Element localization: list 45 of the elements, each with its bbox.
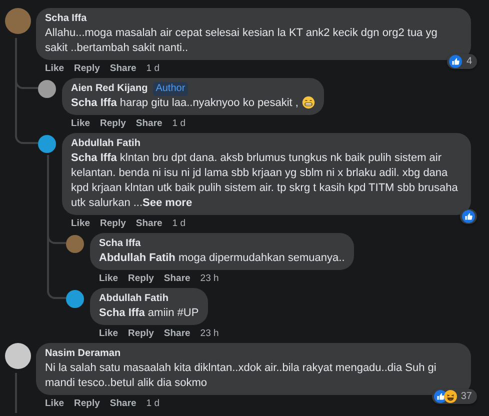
comment-time[interactable]: 1 d <box>146 397 160 410</box>
comment-text: Ni la salah satu masaalah kita diklntan..xdok air..bila rakyat mengadu..dia Suh gi mandi tesco..betul alik dia sokmo <box>45 361 438 391</box>
comment-action-link[interactable]: Share <box>110 397 136 410</box>
comment-action-link[interactable]: Reply <box>128 272 154 285</box>
comment-text: Scha Iffa klntan bru dpt dana. aksb brlumus tungkus nk baik pulih sistem air kelantan. benda ni isu ni jd lama sbb krjaan yg sblm ni x brlaku adil. xbg dana kpd krjaan klntan utk baik pulih sistem air. tp skrg t kasih kpd TITM sbb brusaha utk salurkan ...See more <box>71 151 459 211</box>
commenter-name[interactable]: Abdullah Fatih <box>99 292 168 306</box>
avatar[interactable] <box>66 290 84 308</box>
commenter-name[interactable]: Aien Red Kijang <box>71 82 148 96</box>
comment-action-link[interactable]: Like <box>45 397 64 410</box>
commenter-name[interactable]: Scha Iffa <box>99 237 141 251</box>
comment-action-link[interactable]: Like <box>45 62 64 75</box>
comment-action-link[interactable]: Reply <box>128 327 154 340</box>
comment-text: Abdullah Fatih moga dipermudahkan semuanya.. <box>99 251 345 266</box>
commenter-name[interactable]: Scha Iffa <box>45 12 87 26</box>
comment-action-link[interactable]: Share <box>110 62 136 75</box>
commenter-name[interactable]: Abdullah Fatih <box>71 137 140 151</box>
comment-text: Scha Iffa harap gitu laa..nyaknyoo ko pesakit , <box>71 96 316 111</box>
comment-action-link[interactable]: Reply <box>74 62 100 75</box>
comment-text: Scha Iffa amiin #UP <box>99 306 199 321</box>
comment-action-link[interactable]: Share <box>136 117 162 130</box>
comment-action-link[interactable]: Share <box>164 327 190 340</box>
comment-text: Allahu...moga masalah air cepat selesai kesian la KT ank2 kecik dgn org2 tua yg sakit ..bertambah sakit nanti.. <box>45 26 438 56</box>
avatar[interactable] <box>38 80 56 98</box>
comment-action-link[interactable]: Like <box>99 327 118 340</box>
thread-line <box>15 38 17 78</box>
comment-action-link[interactable]: Like <box>99 272 118 285</box>
comment-action-link[interactable]: Share <box>164 272 190 285</box>
comment-action-link[interactable]: Reply <box>100 217 126 230</box>
comment-time[interactable]: 1 d <box>172 217 186 230</box>
comment-action-link[interactable]: Reply <box>74 397 100 410</box>
commenter-name[interactable]: Nasim Deraman <box>45 347 121 361</box>
avatar[interactable] <box>38 135 56 153</box>
comment-action-link[interactable]: Like <box>71 117 90 130</box>
comment-action-link[interactable]: Share <box>136 217 162 230</box>
avatar[interactable] <box>5 343 31 369</box>
comment-action-link[interactable]: Like <box>71 217 90 230</box>
comment-time[interactable]: 23 h <box>200 327 219 340</box>
comment-time[interactable]: 1 d <box>172 117 186 130</box>
comment-action-link[interactable]: Reply <box>100 117 126 130</box>
reaction-badge[interactable]: 37 <box>432 389 477 404</box>
comment-time[interactable]: 1 d <box>146 62 160 75</box>
reaction-badge[interactable]: 4 <box>447 54 477 69</box>
see-more-link[interactable]: See more <box>142 197 192 209</box>
comment-time[interactable]: 23 h <box>200 272 219 285</box>
author-label: Author <box>152 82 188 96</box>
